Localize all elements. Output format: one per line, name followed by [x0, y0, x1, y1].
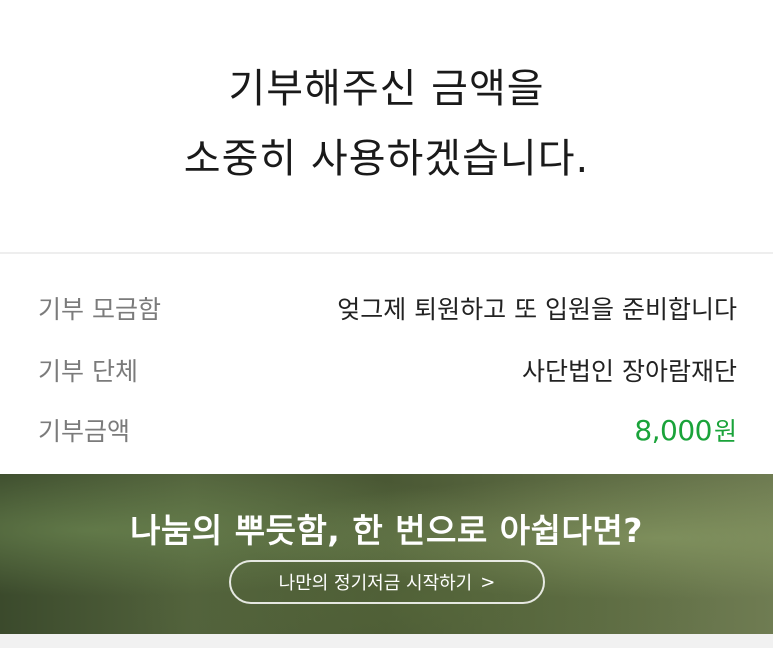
detail-row-organization: 기부 단체 사단법인 장아람재단: [0, 346, 773, 386]
detail-value-organization: 사단법인 장아람재단: [522, 357, 737, 386]
detail-label-organization: 기부 단체: [38, 357, 138, 386]
cta-label: 나만의 정기저금 시작하기: [278, 573, 473, 594]
start-recurring-savings-button[interactable]: 나만의 정기저금 시작하기 >: [229, 560, 545, 604]
donation-amount-number: 8,000: [634, 414, 712, 447]
detail-row-amount: 기부금액 8,000원: [0, 406, 773, 448]
detail-label-amount: 기부금액: [38, 417, 131, 446]
hero-title-line-1: 기부해주신 금액을: [228, 66, 545, 112]
hero-title-line-2: 소중히 사용하겠습니다.: [183, 136, 590, 182]
bottom-gray-strip: [0, 634, 773, 648]
donation-details: 기부 모금함 엊그제 퇴원하고 또 입원을 준비합니다 기부 단체 사단법인 장…: [0, 254, 773, 474]
detail-row-fund: 기부 모금함 엊그제 퇴원하고 또 입원을 준비합니다: [0, 284, 773, 324]
thank-you-hero: 기부해주신 금액을 소중히 사용하겠습니다.: [0, 0, 773, 252]
banner-title: 나눔의 뿌듯함, 한 번으로 아쉽다면?: [130, 511, 643, 550]
recurring-donation-banner: 나눔의 뿌듯함, 한 번으로 아쉽다면? 나만의 정기저금 시작하기 >: [0, 474, 773, 634]
chevron-right-icon: >: [480, 571, 496, 593]
donation-amount: 8,000원: [634, 412, 737, 448]
detail-label-fund: 기부 모금함: [38, 295, 161, 324]
donation-amount-unit: 원: [713, 417, 737, 446]
detail-value-fund: 엊그제 퇴원하고 또 입원을 준비합니다: [337, 295, 737, 324]
